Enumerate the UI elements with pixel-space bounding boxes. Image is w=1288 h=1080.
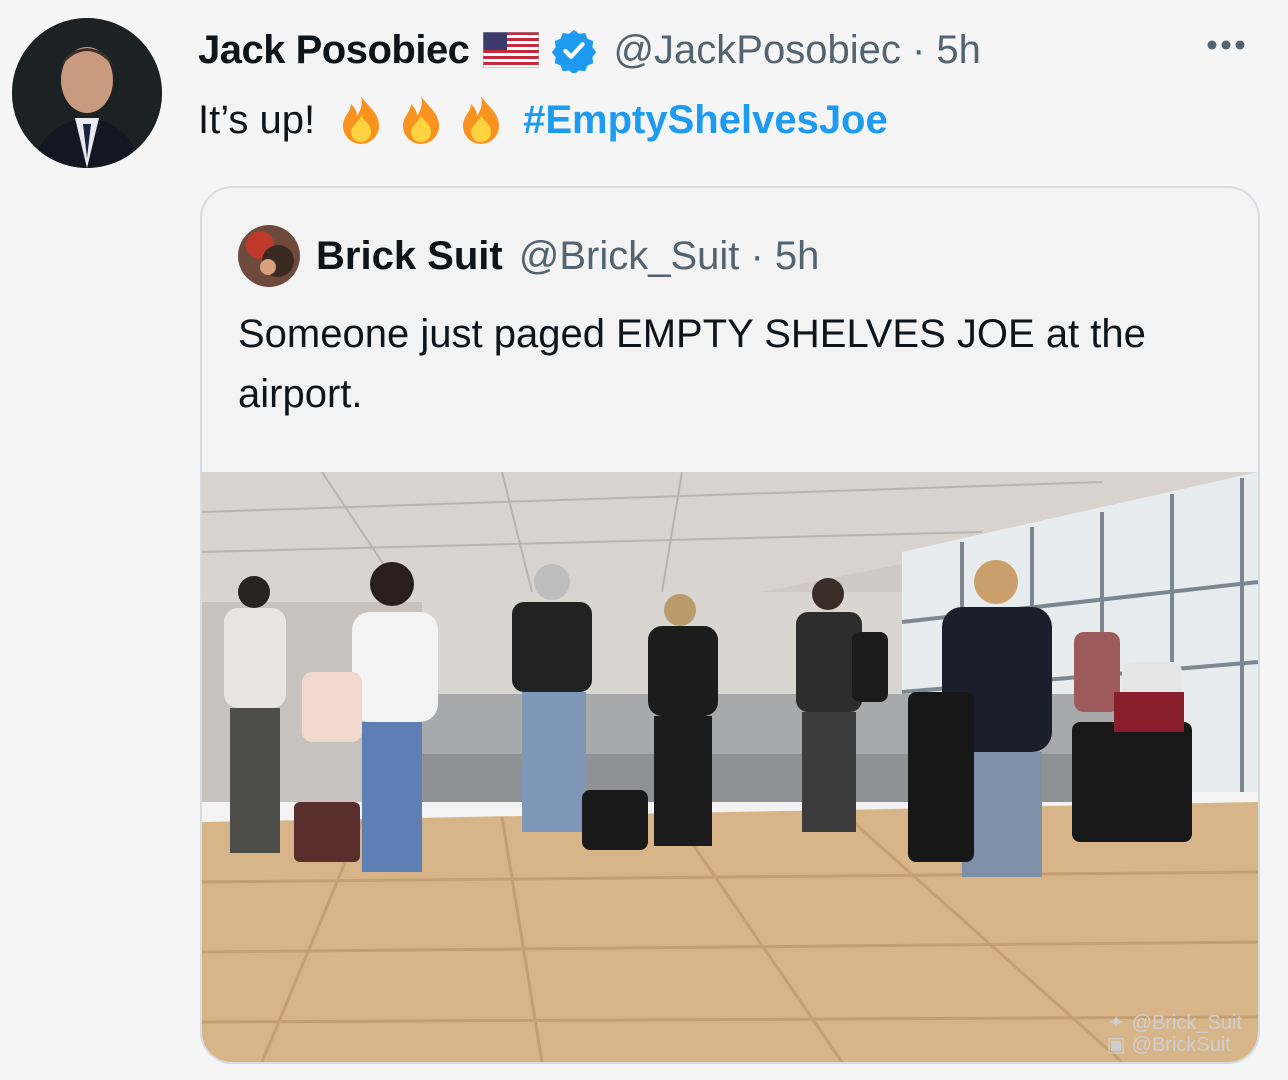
author-avatar[interactable] bbox=[12, 18, 162, 168]
twitter-bird-icon: ✦ bbox=[1107, 1012, 1125, 1034]
airport-baggage-claim-image bbox=[202, 472, 1258, 1062]
tweet-text: It’s up! #EmptyShelvesJoe bbox=[198, 92, 888, 148]
fire-icon bbox=[333, 92, 389, 148]
quoted-tweet-card[interactable]: Brick Suit @Brick_Suit · 5h Someone just… bbox=[200, 186, 1260, 1064]
author-name[interactable]: Jack Posobiec bbox=[198, 28, 470, 73]
hashtag-link[interactable]: #EmptyShelvesJoe bbox=[523, 98, 888, 143]
verified-badge-icon bbox=[551, 27, 597, 75]
photo-watermark: ✦ @Brick_Suit ▣ @BrickSuit bbox=[1106, 1012, 1242, 1056]
quote-author-avatar[interactable] bbox=[238, 225, 300, 287]
instagram-icon: ▣ bbox=[1106, 1034, 1126, 1056]
airport-photo[interactable]: ✦ @Brick_Suit ▣ @BrickSuit bbox=[202, 472, 1258, 1062]
watermark-twitter: @Brick_Suit bbox=[1131, 1012, 1242, 1034]
fire-icon bbox=[453, 92, 509, 148]
fire-icon bbox=[393, 92, 449, 148]
tweet-header: Jack Posobiec @JackPosobiec · 5h bbox=[198, 22, 981, 78]
tweet-body: It’s up! bbox=[198, 97, 316, 142]
author-handle-time[interactable]: @JackPosobiec · 5h bbox=[613, 28, 980, 73]
quote-text: Someone just paged EMPTY SHELVES JOE at … bbox=[238, 312, 1146, 416]
watermark-instagram: @BrickSuit bbox=[1131, 1034, 1231, 1056]
fire-emoji-group bbox=[329, 92, 509, 148]
more-options-icon[interactable] bbox=[1202, 30, 1250, 60]
us-flag-icon bbox=[482, 31, 540, 69]
quote-author-name[interactable]: Brick Suit bbox=[316, 234, 503, 279]
quote-header: Brick Suit @Brick_Suit · 5h bbox=[238, 224, 819, 288]
quote-author-handle-time[interactable]: @Brick_Suit · 5h bbox=[519, 234, 820, 279]
